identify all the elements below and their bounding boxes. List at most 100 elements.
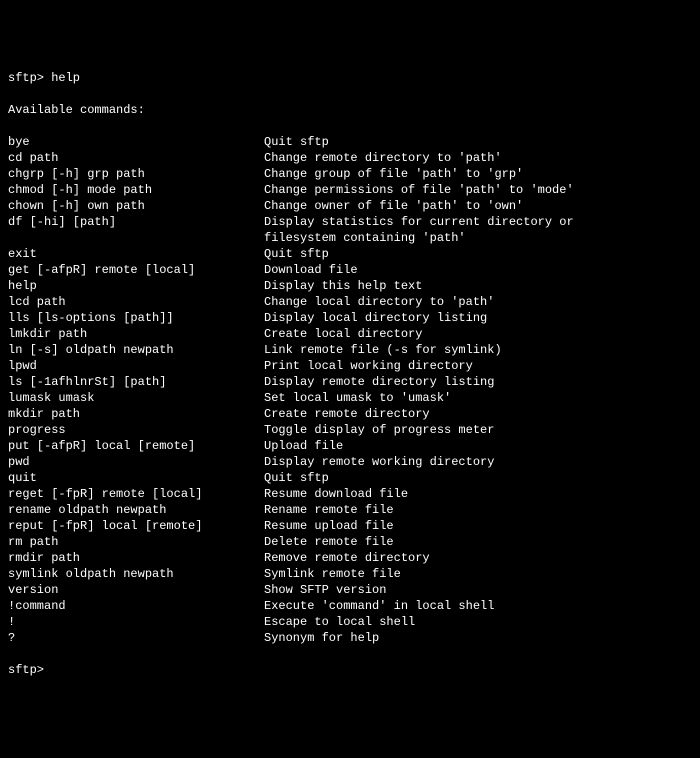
command-name: rm path [8,534,264,550]
command-description: Quit sftp [264,134,329,150]
command-name: ? [8,630,264,646]
command-name: df [-hi] [path] [8,214,264,230]
command-description: Remove remote directory [264,550,430,566]
command-name: mkdir path [8,406,264,422]
command-name: help [8,278,264,294]
command-description: Set local umask to 'umask' [264,390,451,406]
command-row: lls [ls-options [path]]Display local dir… [8,310,692,326]
command-description: Synonym for help [264,630,379,646]
command-name: progress [8,422,264,438]
command-description: Link remote file (-s for symlink) [264,342,502,358]
command-description: Resume download file [264,486,408,502]
command-description: Escape to local shell [264,614,415,630]
command-row: reput [-fpR] local [remote]Resume upload… [8,518,692,534]
command-row: versionShow SFTP version [8,582,692,598]
command-row: byeQuit sftp [8,134,692,150]
command-row: chmod [-h] mode pathChange permissions o… [8,182,692,198]
command-row: cd pathChange remote directory to 'path' [8,150,692,166]
command-name: reput [-fpR] local [remote] [8,518,264,534]
command-row: lpwdPrint local working directory [8,358,692,374]
command-description: Quit sftp [264,470,329,486]
command-name [8,230,264,246]
command-description: Show SFTP version [264,582,386,598]
command-row: reget [-fpR] remote [local]Resume downlo… [8,486,692,502]
command-description: Display remote working directory [264,454,494,470]
command-description: Print local working directory [264,358,473,374]
sftp-prompt[interactable]: sftp> [8,662,692,678]
command-row: lmkdir pathCreate local directory [8,326,692,342]
command-row: ln [-s] oldpath newpathLink remote file … [8,342,692,358]
command-name: rename oldpath newpath [8,502,264,518]
command-row: df [-hi] [path]Display statistics for cu… [8,214,692,230]
command-name: quit [8,470,264,486]
command-description: Change permissions of file 'path' to 'mo… [264,182,574,198]
command-description: filesystem containing 'path' [264,230,466,246]
command-name: !command [8,598,264,614]
command-name: chown [-h] own path [8,198,264,214]
command-name: lls [ls-options [path]] [8,310,264,326]
command-name: lcd path [8,294,264,310]
command-description: Quit sftp [264,246,329,262]
command-description: Change owner of file 'path' to 'own' [264,198,523,214]
command-name: pwd [8,454,264,470]
prompt-line: sftp> help [8,70,692,86]
command-name: get [-afpR] remote [local] [8,262,264,278]
command-description: Display remote directory listing [264,374,494,390]
command-row: get [-afpR] remote [local]Download file [8,262,692,278]
command-description: Symlink remote file [264,566,401,582]
command-name: rmdir path [8,550,264,566]
command-name: lmkdir path [8,326,264,342]
command-row: ?Synonym for help [8,630,692,646]
command-row: mkdir pathCreate remote directory [8,406,692,422]
command-description: Create remote directory [264,406,430,422]
command-description: Toggle display of progress meter [264,422,494,438]
command-description: Upload file [264,438,343,454]
command-description: Execute 'command' in local shell [264,598,494,614]
command-row: quitQuit sftp [8,470,692,486]
command-row: chgrp [-h] grp pathChange group of file … [8,166,692,182]
command-description: Display this help text [264,278,422,294]
command-row: filesystem containing 'path' [8,230,692,246]
command-name: ln [-s] oldpath newpath [8,342,264,358]
command-description: Create local directory [264,326,422,342]
command-row: rename oldpath newpathRename remote file [8,502,692,518]
command-name: put [-afpR] local [remote] [8,438,264,454]
command-list: byeQuit sftpcd pathChange remote directo… [8,134,692,646]
command-name: reget [-fpR] remote [local] [8,486,264,502]
command-name: lpwd [8,358,264,374]
command-description: Resume upload file [264,518,394,534]
command-row: put [-afpR] local [remote]Upload file [8,438,692,454]
command-name: ls [-1afhlnrSt] [path] [8,374,264,390]
command-name: ! [8,614,264,630]
command-row: exitQuit sftp [8,246,692,262]
command-row: rmdir pathRemove remote directory [8,550,692,566]
command-name: chmod [-h] mode path [8,182,264,198]
command-row: !commandExecute 'command' in local shell [8,598,692,614]
command-name: exit [8,246,264,262]
command-row: ls [-1afhlnrSt] [path]Display remote dir… [8,374,692,390]
command-description: Download file [264,262,358,278]
command-description: Change remote directory to 'path' [264,150,502,166]
command-description: Change group of file 'path' to 'grp' [264,166,523,182]
command-row: progressToggle display of progress meter [8,422,692,438]
command-name: version [8,582,264,598]
command-name: symlink oldpath newpath [8,566,264,582]
command-row: chown [-h] own pathChange owner of file … [8,198,692,214]
command-description: Display local directory listing [264,310,487,326]
command-row: pwdDisplay remote working directory [8,454,692,470]
command-description: Rename remote file [264,502,394,518]
command-row: helpDisplay this help text [8,278,692,294]
command-description: Delete remote file [264,534,394,550]
command-row: !Escape to local shell [8,614,692,630]
command-row: lcd pathChange local directory to 'path' [8,294,692,310]
command-name: bye [8,134,264,150]
command-row: rm pathDelete remote file [8,534,692,550]
command-name: lumask umask [8,390,264,406]
command-row: symlink oldpath newpathSymlink remote fi… [8,566,692,582]
command-row: lumask umaskSet local umask to 'umask' [8,390,692,406]
command-description: Display statistics for current directory… [264,214,574,230]
command-name: cd path [8,150,264,166]
command-description: Change local directory to 'path' [264,294,494,310]
available-commands-heading: Available commands: [8,102,692,118]
command-name: chgrp [-h] grp path [8,166,264,182]
